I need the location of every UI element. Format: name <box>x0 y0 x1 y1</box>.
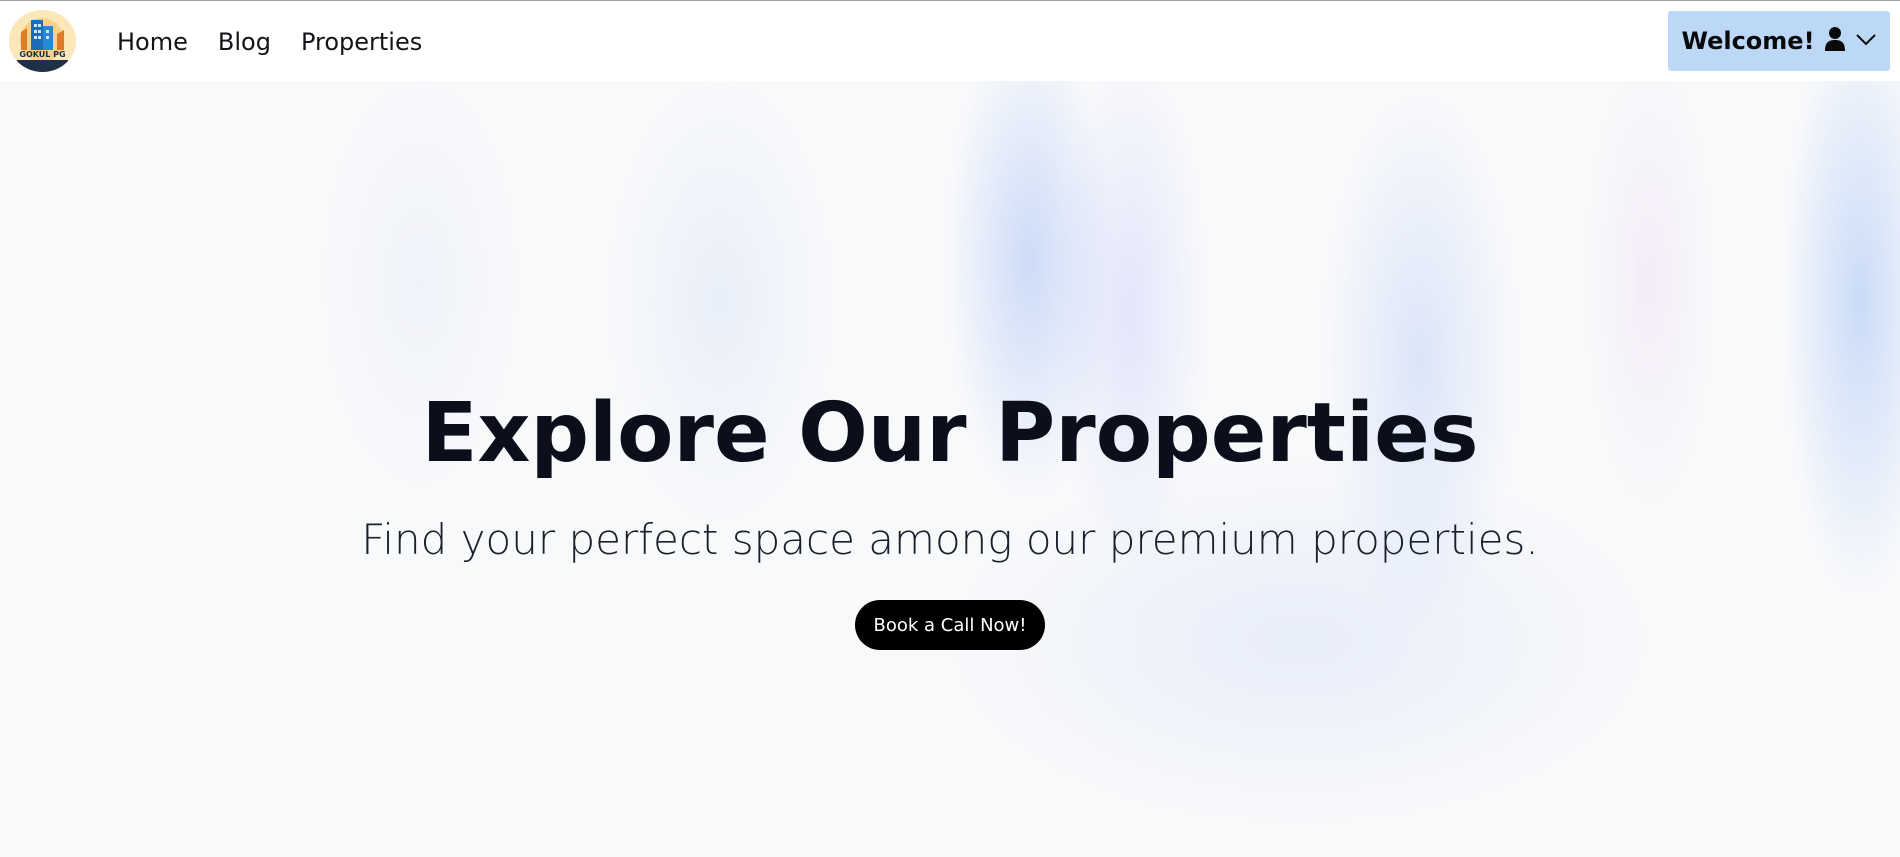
book-call-button[interactable]: Book a Call Now! <box>855 600 1045 650</box>
welcome-label: Welcome! <box>1681 27 1815 55</box>
hero-section: Explore Our Properties Find your perfect… <box>0 81 1900 857</box>
nav-link-home[interactable]: Home <box>117 27 188 57</box>
nav-link-properties[interactable]: Properties <box>301 27 422 57</box>
main-nav: Home Blog Properties <box>117 27 452 57</box>
user-icon <box>1824 26 1845 56</box>
logo-text: GOKUL PG <box>19 50 66 59</box>
logo[interactable]: GOKUL PG <box>9 10 76 72</box>
navbar: GOKUL PG Home Blog Properties Welcome! <box>0 1 1900 81</box>
welcome-user-menu-button[interactable]: Welcome! <box>1668 11 1890 71</box>
chevron-down-icon <box>1855 32 1877 51</box>
nav-link-blog[interactable]: Blog <box>218 27 271 57</box>
building-logo-icon <box>9 10 76 72</box>
hero-title: Explore Our Properties <box>421 386 1479 481</box>
hero-subtitle: Find your perfect space among our premiu… <box>361 515 1539 564</box>
